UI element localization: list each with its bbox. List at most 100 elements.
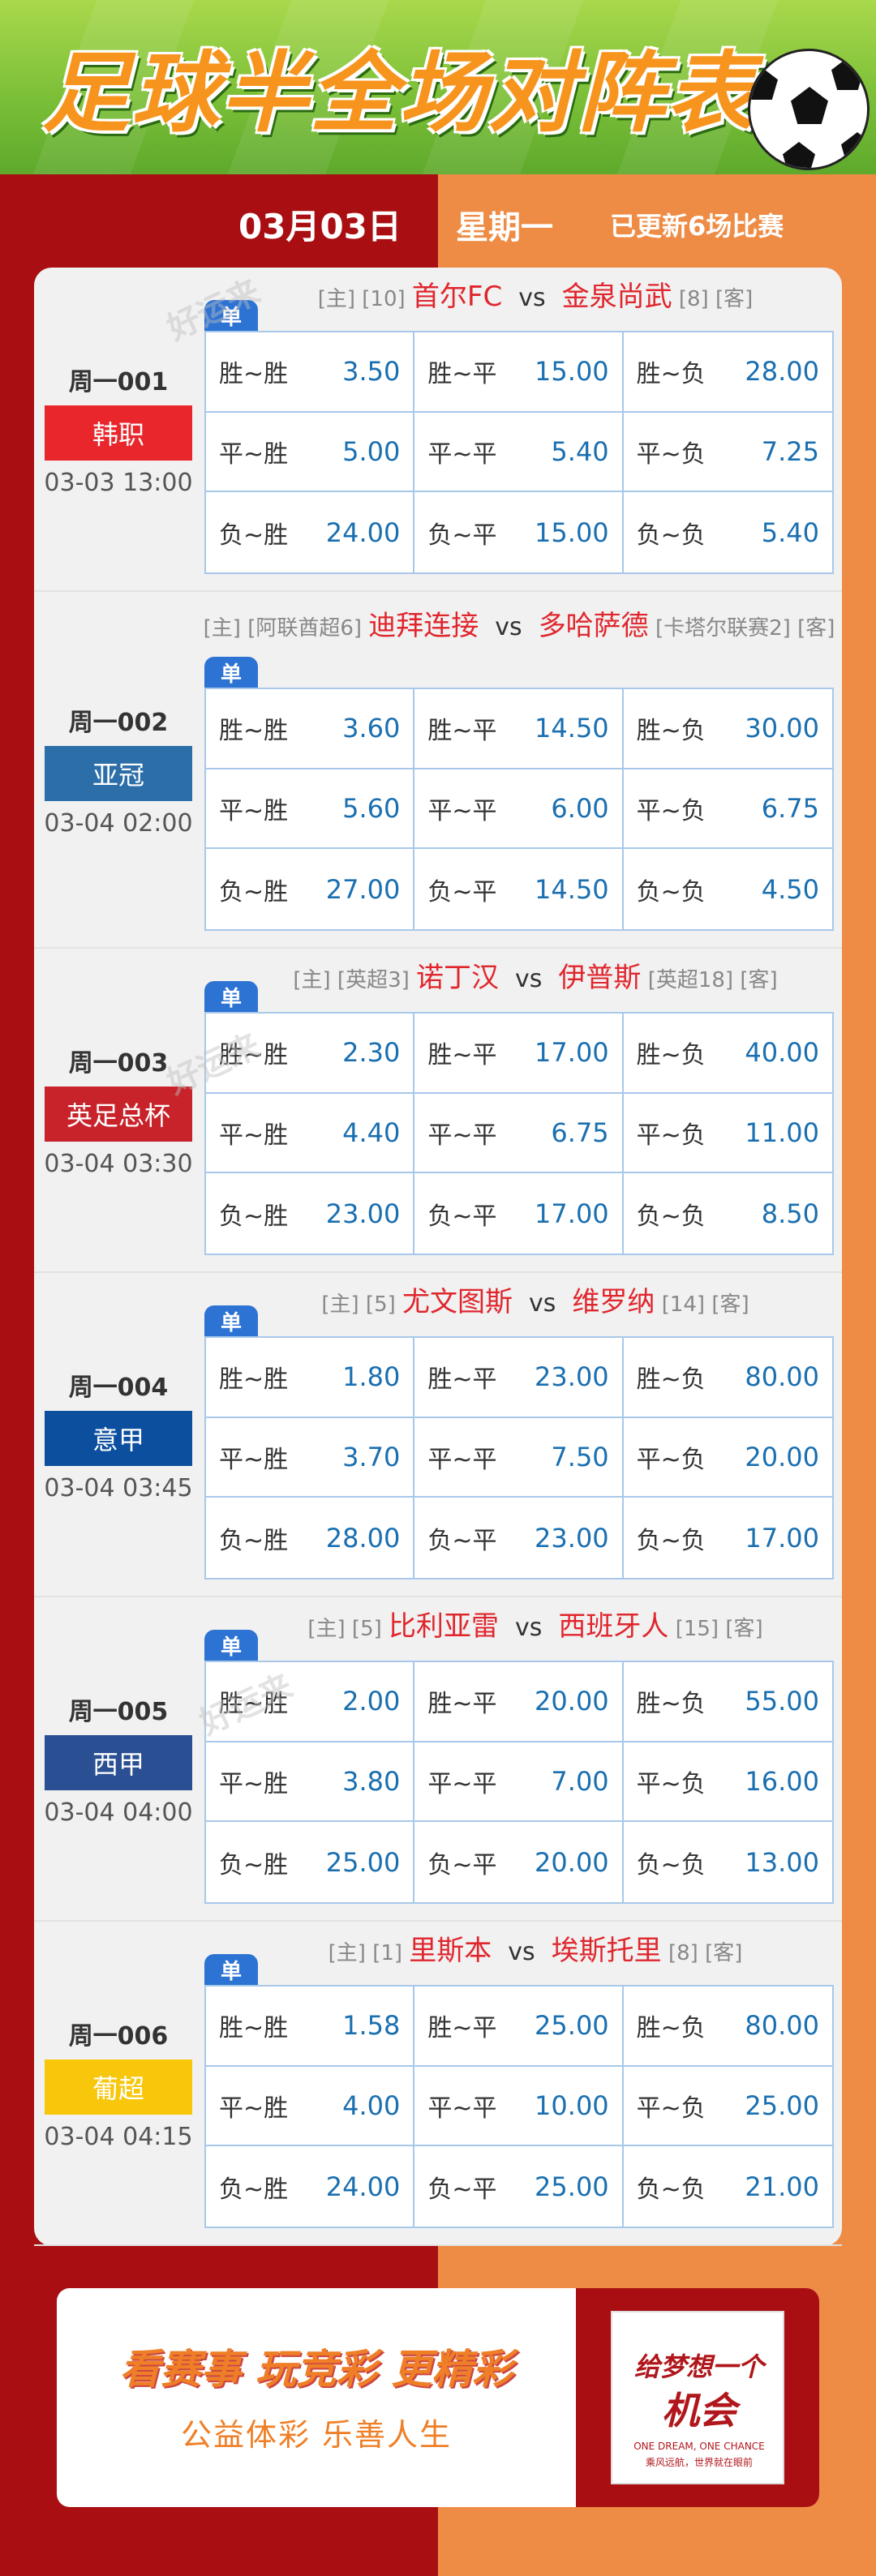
odds-cell[interactable]: 负~平 20.00 [414,1822,624,1902]
teams-line: [主] [10] 首尔FC vs 金泉尚武 [8] [客] [203,279,835,317]
odds-cell[interactable]: 负~平 17.00 [414,1173,624,1254]
away-tag: [客] [725,1617,763,1641]
odds-cell[interactable]: 平~负 20.00 [623,1418,832,1498]
match-number: 周一002 [68,708,169,737]
match-time: 03-04 04:00 [44,1798,193,1827]
odds-label: 胜~胜 [219,1690,289,1719]
match-time: 03-04 04:15 [44,2122,193,2151]
odds-cell[interactable]: 平~平 6.00 [414,769,624,850]
away-team[interactable]: 埃斯托里 [552,1935,662,1967]
home-team[interactable]: 比利亚雷 [389,1610,499,1643]
odds-label: 胜~平 [427,1041,497,1070]
odds-cell[interactable]: 平~平 7.00 [414,1742,624,1823]
odds-cell[interactable]: 胜~胜 3.50 [206,332,415,413]
odds-cell[interactable]: 胜~胜 3.60 [206,689,415,769]
odds-label: 平~平 [427,1445,497,1474]
header-banner: 足球半全场对阵表 [0,0,876,174]
match-info: 周一001 韩职 03-03 13:00 [34,268,203,590]
odds-cell[interactable]: 胜~平 17.00 [414,1014,624,1094]
home-team[interactable]: 里斯本 [409,1935,492,1967]
odds-cell[interactable]: 负~胜 24.00 [206,2146,415,2227]
home-tag: [主] [203,616,241,641]
away-team[interactable]: 伊普斯 [558,962,641,994]
match-block: 周一001 韩职 03-03 13:00 [主] [10] 首尔FC vs 金泉尚武 [8… [34,268,842,592]
odds-cell[interactable]: 平~胜 5.00 [206,412,415,493]
odds-label: 平~胜 [219,439,289,469]
single-badge: 单 [204,981,258,1012]
odds-value: 3.60 [342,713,401,744]
odds-cell[interactable]: 负~平 23.00 [414,1498,624,1578]
home-team[interactable]: 迪拜连接 [368,610,479,642]
odds-cell[interactable]: 负~负 8.50 [624,1173,832,1254]
odds-cell[interactable]: 胜~胜 2.30 [206,1014,415,1094]
odds-cell[interactable]: 胜~负 55.00 [623,1662,832,1742]
league-badge[interactable]: 意甲 [45,1410,192,1466]
odds-cell[interactable]: 胜~胜 1.80 [206,1338,415,1418]
odds-cell[interactable]: 负~负 5.40 [624,492,832,572]
odds-cell[interactable]: 负~平 14.50 [414,849,624,929]
odds-value: 20.00 [745,1441,819,1472]
odds-cell[interactable]: 胜~胜 2.00 [206,1662,415,1742]
odds-cell[interactable]: 负~胜 28.00 [206,1498,415,1578]
home-rank: [5] [365,1292,396,1317]
odds-cell[interactable]: 平~胜 5.60 [206,769,415,850]
odds-cell[interactable]: 胜~负 40.00 [623,1014,832,1094]
odds-cell[interactable]: 平~负 11.00 [623,1094,832,1174]
odds-cell[interactable]: 胜~负 80.00 [623,1987,832,2067]
odds-cell[interactable]: 平~平 6.75 [414,1093,624,1174]
away-team[interactable]: 金泉尚武 [562,281,672,313]
odds-cell[interactable]: 负~负 21.00 [624,2146,832,2227]
odds-cell[interactable]: 负~平 25.00 [414,2146,624,2227]
single-badge: 单 [204,1630,258,1661]
odds-cell[interactable]: 平~负 7.25 [623,413,832,493]
odds-cell[interactable]: 平~负 6.75 [623,769,832,850]
odds-cell[interactable]: 胜~负 28.00 [623,332,832,413]
odds-cell[interactable]: 平~负 16.00 [623,1742,832,1823]
odds-cell[interactable]: 负~负 13.00 [624,1822,832,1902]
odds-cell[interactable]: 负~胜 23.00 [206,1173,415,1254]
odds-cell[interactable]: 负~胜 25.00 [206,1822,415,1902]
away-team[interactable]: 西班牙人 [558,1610,668,1643]
away-team[interactable]: 维罗纳 [572,1286,655,1318]
odds-cell[interactable]: 胜~负 80.00 [623,1338,832,1418]
odds-cell[interactable]: 胜~平 23.00 [414,1338,624,1418]
odds-cell[interactable]: 平~胜 3.70 [206,1417,415,1498]
home-team[interactable]: 诺丁汉 [416,962,499,994]
odds-label: 负~胜 [219,521,289,550]
home-team[interactable]: 尤文图斯 [402,1286,513,1318]
odds-cell[interactable]: 负~负 17.00 [624,1498,832,1578]
odds-label: 平~胜 [219,2094,289,2123]
away-team[interactable]: 多哈萨德 [539,610,649,642]
weekday-text: 星期一 [456,209,553,246]
odds-cell[interactable]: 胜~平 20.00 [414,1662,624,1742]
league-badge[interactable]: 韩职 [45,405,192,461]
league-badge[interactable]: 西甲 [45,1734,192,1790]
odds-cell[interactable]: 负~平 15.00 [414,492,624,572]
odds-cell[interactable]: 平~平 7.50 [414,1417,624,1498]
odds-cell[interactable]: 负~负 4.50 [624,849,832,929]
match-info: 周一006 葡超 03-04 04:15 [34,1922,203,2244]
home-team[interactable]: 首尔FC [412,281,502,313]
odds-cell[interactable]: 负~胜 24.00 [206,492,415,572]
odds-cell[interactable]: 平~平 5.40 [414,412,624,493]
odds-cell[interactable]: 平~负 25.00 [623,2067,832,2147]
odds-value: 16.00 [745,1765,819,1797]
league-badge[interactable]: 葡超 [45,2059,192,2115]
odds-value: 7.50 [551,1441,609,1472]
vs-label: vs [508,1938,535,1966]
odds-cell[interactable]: 胜~平 15.00 [414,332,624,413]
odds-cell[interactable]: 胜~平 25.00 [414,1987,624,2067]
match-number: 周一005 [68,1697,169,1726]
odds-label: 平~胜 [219,1769,289,1798]
league-badge[interactable]: 亚冠 [45,745,192,801]
league-badge[interactable]: 英足总杯 [45,1086,192,1142]
odds-value: 6.75 [761,792,819,824]
odds-cell[interactable]: 胜~胜 1.58 [206,1987,415,2067]
odds-cell[interactable]: 负~胜 27.00 [206,849,415,929]
odds-cell[interactable]: 平~平 10.00 [414,2066,624,2147]
odds-cell[interactable]: 平~胜 4.00 [206,2066,415,2147]
odds-cell[interactable]: 平~胜 3.80 [206,1742,415,1823]
odds-cell[interactable]: 胜~平 14.50 [414,689,624,769]
odds-cell[interactable]: 平~胜 4.40 [206,1093,415,1174]
odds-cell[interactable]: 胜~负 30.00 [623,689,832,769]
